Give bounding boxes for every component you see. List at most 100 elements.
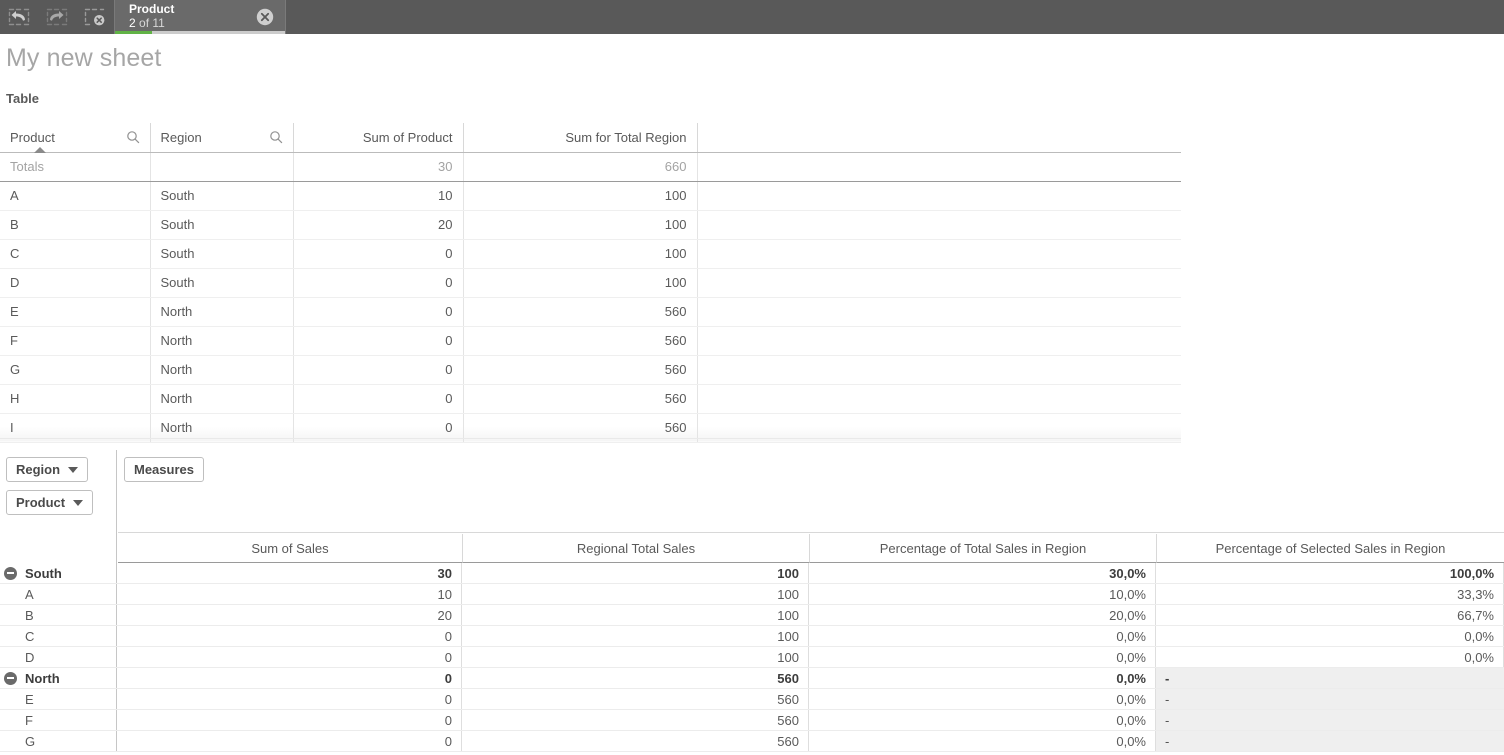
pivot-cell-percentage-of-total-sales: 0,0% — [809, 626, 1156, 646]
pivot-cell-regional-total-sales: 560 — [462, 731, 809, 751]
collapse-icon[interactable] — [4, 671, 17, 685]
pivot-dim-cell[interactable]: F — [0, 710, 117, 730]
pivot-dim-cell[interactable]: South — [0, 563, 117, 583]
selection-count-selected: 2 — [129, 16, 136, 30]
cell-product[interactable]: H — [0, 384, 151, 414]
cell-product[interactable]: E — [0, 297, 151, 327]
pivot-dim-cell[interactable]: A — [0, 584, 117, 604]
table-row[interactable]: B South 20 100 — [0, 210, 1181, 240]
pivot-dim-cell[interactable]: E — [0, 689, 117, 709]
pivot-dim-cell[interactable]: North — [0, 668, 117, 688]
pivot-measures-area: Measures — [118, 450, 1504, 533]
selection-field-name: Product — [129, 2, 175, 17]
pivot-dim-label: A — [25, 586, 34, 602]
table-row[interactable]: E North 0 560 — [0, 297, 1181, 327]
table-row[interactable]: D South 0 100 — [0, 268, 1181, 298]
collapse-icon[interactable] — [4, 566, 17, 580]
pivot-cell-percentage-of-total-sales: 30,0% — [809, 563, 1156, 583]
pivot-dim-cell[interactable]: C — [0, 626, 117, 646]
pivot-row-north[interactable]: North 0 560 0,0% - — [0, 668, 1504, 689]
cell-region[interactable]: South — [150, 268, 294, 298]
pivot-cell-sum-of-sales: 0 — [117, 626, 462, 646]
pivot-row-b[interactable]: B 20 100 20,0% 66,7% — [0, 605, 1504, 626]
pivot-cell-sum-of-sales: 0 — [117, 689, 462, 709]
clear-all-selections-icon[interactable] — [76, 0, 114, 34]
pivot-dimension-product[interactable]: Product — [6, 490, 94, 515]
cell-sum-for-total-region: 560 — [463, 355, 698, 385]
pivot-cell-percentage-of-total-sales: 0,0% — [809, 647, 1156, 667]
cell-region[interactable]: North — [150, 326, 294, 356]
pivot-row-d[interactable]: D 0 100 0,0% 0,0% — [0, 647, 1504, 668]
pivot-measures-pill[interactable]: Measures — [124, 457, 204, 482]
column-header-product[interactable]: Product — [0, 123, 151, 153]
clear-selection-icon[interactable] — [255, 7, 275, 27]
pivot-dim-cell[interactable]: G — [0, 731, 117, 751]
pivot-cell-percentage-of-selected-sales: - — [1156, 668, 1504, 688]
cell-product[interactable]: B — [0, 210, 151, 240]
header-row: Product Region Sum of Product Sum for To… — [0, 123, 1181, 153]
pivot-dim-cell[interactable]: B — [0, 605, 117, 625]
cell-region[interactable]: South — [150, 210, 294, 240]
column-header-product-label: Product — [10, 129, 55, 145]
pivot-cell-sum-of-sales: 10 — [117, 584, 462, 604]
selection-tools — [0, 0, 114, 34]
cell-region[interactable]: North — [150, 384, 294, 414]
totals-row: Totals 30 660 — [0, 152, 1181, 182]
cell-sum-for-total-region: 560 — [463, 326, 698, 356]
pivot-column-header-percentage-of-selected-sales-in-region[interactable]: Percentage of Selected Sales in Region — [1157, 534, 1504, 563]
selection-forward-icon[interactable] — [38, 0, 76, 34]
column-header-sum-of-product[interactable]: Sum of Product — [293, 123, 464, 153]
chevron-down-icon[interactable] — [73, 499, 84, 506]
pivot-row-f[interactable]: F 0 560 0,0% - — [0, 710, 1504, 731]
column-header-sum-for-total-region-label: Sum for Total Region — [565, 129, 687, 145]
cell-region[interactable]: North — [150, 355, 294, 385]
totals-region — [150, 152, 294, 182]
cell-sum-of-product: 0 — [293, 268, 464, 298]
pivot-row-g[interactable]: G 0 560 0,0% - — [0, 731, 1504, 752]
pivot-column-header-percentage-of-total-sales-in-region[interactable]: Percentage of Total Sales in Region — [810, 534, 1157, 563]
chevron-down-icon[interactable] — [68, 466, 79, 473]
table-row[interactable]: C South 0 100 — [0, 239, 1181, 269]
pivot-row-dimensions: Region Product — [0, 450, 117, 563]
cell-product[interactable]: G — [0, 355, 151, 385]
cell-sum-for-total-region: 560 — [463, 297, 698, 327]
cell-region[interactable]: North — [150, 297, 294, 327]
search-icon[interactable] — [126, 130, 140, 144]
cell-region[interactable]: South — [150, 181, 294, 211]
selection-back-icon[interactable] — [0, 0, 38, 34]
pivot-column-header-sum-of-sales[interactable]: Sum of Sales — [118, 534, 463, 563]
cell-product[interactable]: F — [0, 326, 151, 356]
pivot-row-a[interactable]: A 10 100 10,0% 33,3% — [0, 584, 1504, 605]
column-header-empty — [697, 123, 1181, 153]
cell-product[interactable]: D — [0, 268, 151, 298]
table-row[interactable]: A South 10 100 — [0, 181, 1181, 211]
table-row[interactable]: H North 0 560 — [0, 384, 1181, 414]
column-header-region[interactable]: Region — [150, 123, 294, 153]
pivot-cell-sum-of-sales: 0 — [117, 731, 462, 751]
pivot-row-c[interactable]: C 0 100 0,0% 0,0% — [0, 626, 1504, 647]
cell-product[interactable]: C — [0, 239, 151, 269]
table-row[interactable]: F North 0 560 — [0, 326, 1181, 356]
pivot-dim-cell[interactable]: D — [0, 647, 117, 667]
cell-sum-of-product: 0 — [293, 326, 464, 356]
selection-chip-product[interactable]: Product 2 of 11 — [114, 0, 286, 34]
pivot-column-header-sum-of-sales-label: Sum of Sales — [251, 540, 329, 556]
cell-region[interactable]: South — [150, 239, 294, 269]
pivot-row-south[interactable]: South 30 100 30,0% 100,0% — [0, 563, 1504, 584]
pivot-cell-regional-total-sales: 100 — [462, 563, 809, 583]
pivot-dim-label: D — [25, 649, 35, 665]
pivot-column-header-regional-total-sales[interactable]: Regional Total Sales — [463, 534, 810, 563]
column-header-sum-for-total-region[interactable]: Sum for Total Region — [463, 123, 698, 153]
pivot-cell-percentage-of-selected-sales: 33,3% — [1156, 584, 1504, 604]
table-object-title: Table — [6, 91, 39, 106]
pivot-dimension-region[interactable]: Region — [6, 457, 89, 482]
pivot-row-e[interactable]: E 0 560 0,0% - — [0, 689, 1504, 710]
pivot-cell-percentage-of-total-sales: 10,0% — [809, 584, 1156, 604]
table-row[interactable]: G North 0 560 — [0, 355, 1181, 385]
pivot-column-headers: Sum of Sales Regional Total Sales Percen… — [118, 534, 1504, 563]
cell-empty — [697, 181, 1181, 211]
search-icon[interactable] — [269, 130, 283, 144]
cell-product[interactable]: A — [0, 181, 151, 211]
cell-empty — [697, 355, 1181, 385]
cell-sum-for-total-region: 100 — [463, 239, 698, 269]
